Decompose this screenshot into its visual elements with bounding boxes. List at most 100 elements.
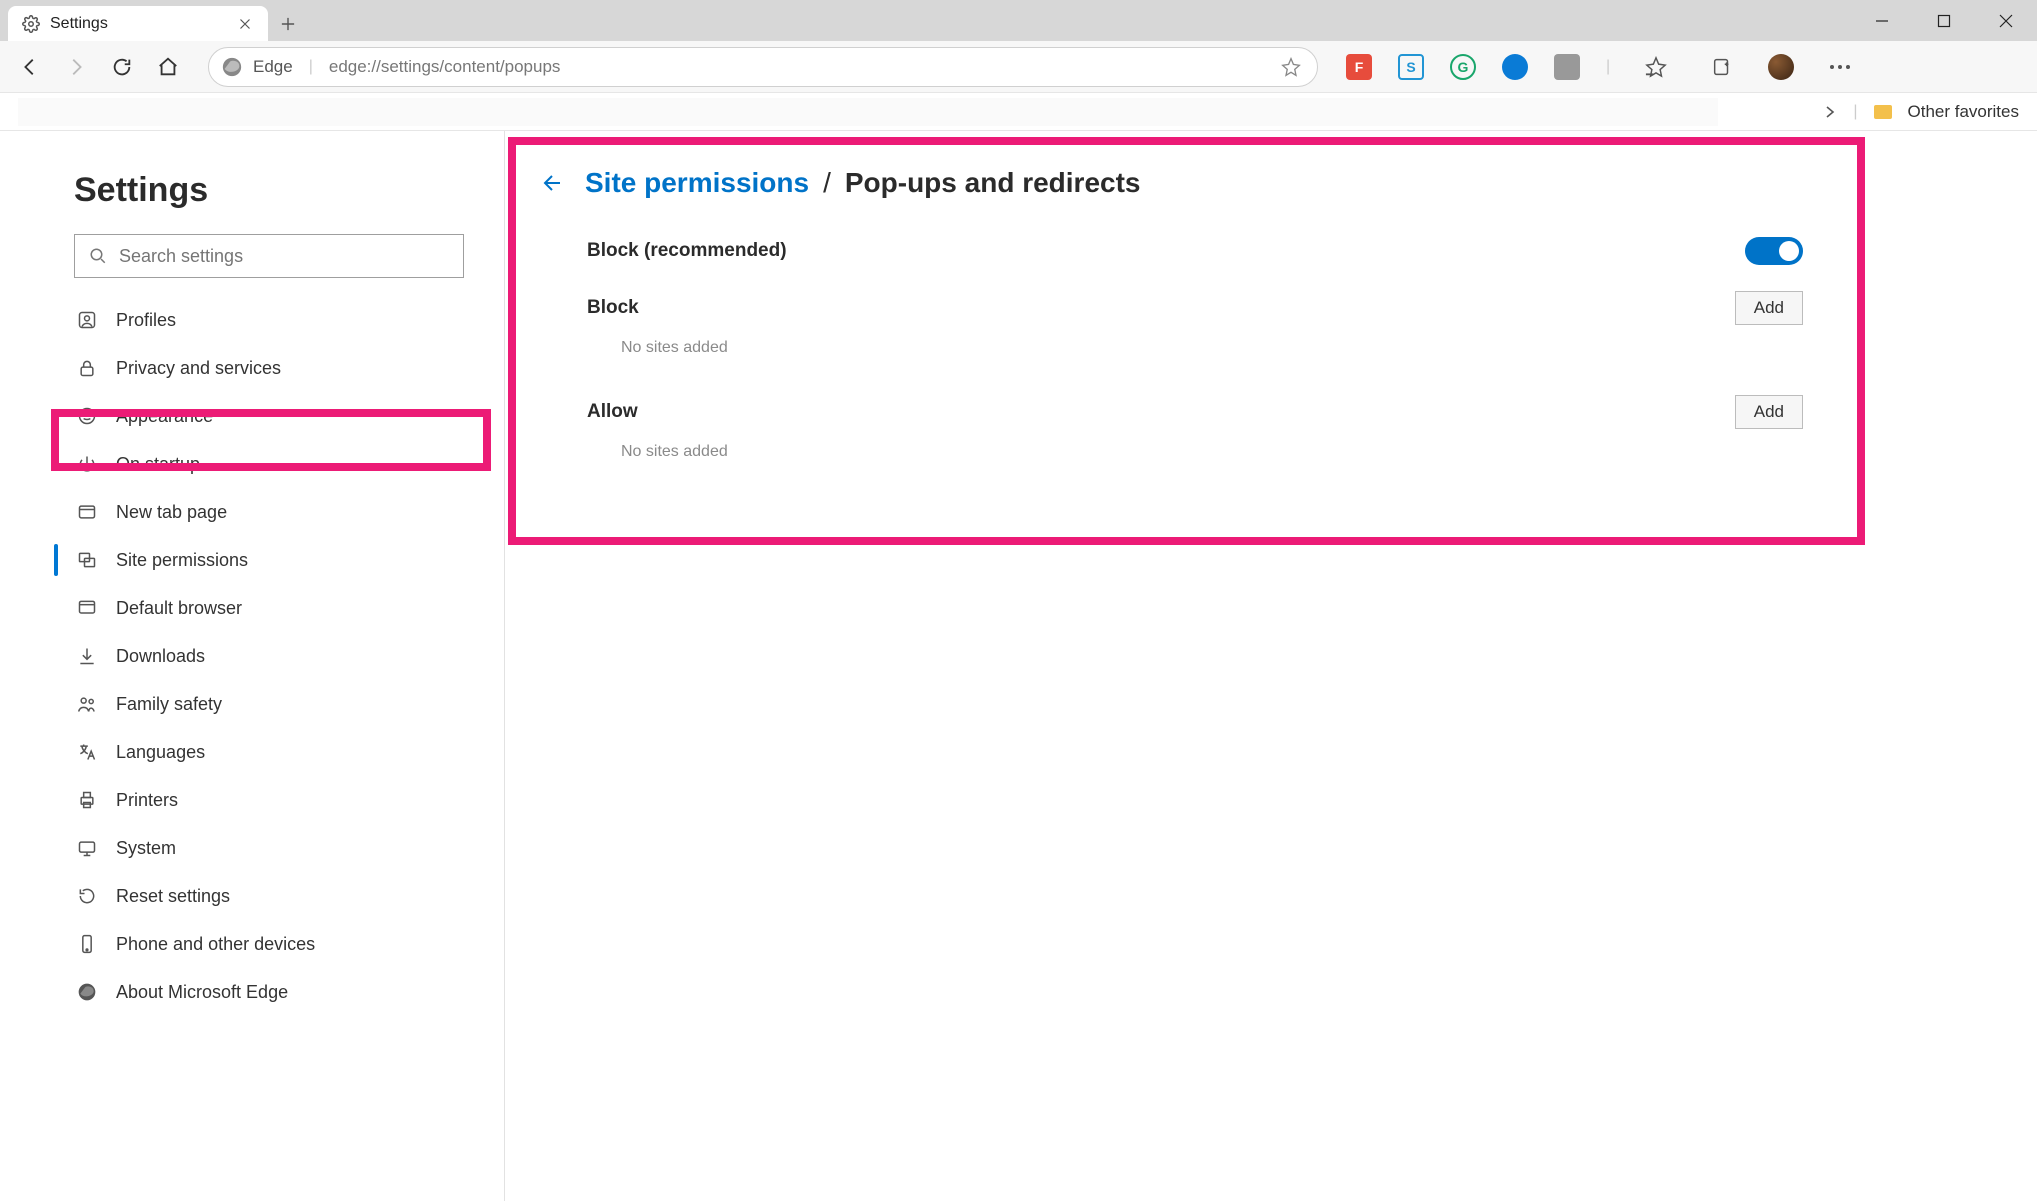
system-icon: [76, 837, 98, 859]
address-bar[interactable]: Edge | edge://settings/content/popups: [208, 47, 1318, 87]
nav-about[interactable]: About Microsoft Edge: [74, 968, 464, 1016]
nav-label: On startup: [116, 454, 200, 475]
languages-icon: [76, 741, 98, 763]
settings-search-input[interactable]: [119, 246, 449, 267]
block-recommended-label: Block (recommended): [587, 240, 787, 262]
lock-icon: [76, 357, 98, 379]
nav-label: Privacy and services: [116, 358, 281, 379]
tab-title: Settings: [50, 15, 224, 33]
settings-content: Site permissions / Pop-ups and redirects…: [505, 131, 2037, 1201]
minimize-button[interactable]: [1851, 0, 1913, 41]
breadcrumb: Site permissions / Pop-ups and redirects: [539, 167, 1817, 199]
allow-section-title: Allow: [587, 401, 638, 423]
settings-title: Settings: [74, 171, 464, 210]
collections-button[interactable]: [1702, 47, 1742, 87]
nav-printers[interactable]: Printers: [74, 776, 464, 824]
edge-about-icon: [76, 981, 98, 1003]
nav-privacy[interactable]: Privacy and services: [74, 344, 464, 392]
bookmarks-overflow-button[interactable]: [1823, 105, 1837, 119]
extension-icon[interactable]: F: [1346, 54, 1372, 80]
block-section: Block Add No sites added: [539, 283, 1817, 381]
bookmarks-bar: | Other favorites: [0, 93, 2037, 131]
site-permissions-icon: [76, 549, 98, 571]
block-empty-text: No sites added: [587, 325, 1817, 381]
profile-avatar[interactable]: [1768, 54, 1794, 80]
nav-label: Downloads: [116, 646, 205, 667]
add-allow-button[interactable]: Add: [1735, 395, 1803, 429]
nav-site-permissions[interactable]: Site permissions: [74, 536, 464, 584]
nav-label: System: [116, 838, 176, 859]
back-arrow-button[interactable]: [539, 169, 567, 197]
nav-label: Appearance: [116, 406, 213, 427]
nav-reset[interactable]: Reset settings: [74, 872, 464, 920]
nav-label: Site permissions: [116, 550, 248, 571]
power-icon: [76, 453, 98, 475]
nav-label: New tab page: [116, 502, 227, 523]
breadcrumb-parent-link[interactable]: Site permissions: [585, 167, 809, 199]
nav-default-browser[interactable]: Default browser: [74, 584, 464, 632]
maximize-button[interactable]: [1913, 0, 1975, 41]
new-tab-button[interactable]: [268, 6, 308, 41]
nav-downloads[interactable]: Downloads: [74, 632, 464, 680]
breadcrumb-current: Pop-ups and redirects: [845, 167, 1141, 199]
favorite-star-icon[interactable]: [1281, 57, 1301, 77]
block-section-title: Block: [587, 297, 639, 319]
home-button[interactable]: [148, 47, 188, 87]
address-context-label: Edge: [253, 57, 293, 77]
extensions-area: F S G |: [1346, 47, 1860, 87]
browser-tab[interactable]: Settings: [8, 6, 268, 41]
nav-startup[interactable]: On startup: [74, 440, 464, 488]
search-icon: [89, 247, 107, 265]
download-icon: [76, 645, 98, 667]
more-menu-button[interactable]: [1820, 47, 1860, 87]
appearance-icon: [76, 405, 98, 427]
block-toggle[interactable]: [1745, 237, 1803, 265]
nav-system[interactable]: System: [74, 824, 464, 872]
nav-label: Printers: [116, 790, 178, 811]
close-window-button[interactable]: [1975, 0, 2037, 41]
bookmarks-separator: |: [1853, 103, 1857, 121]
nav-forward-button[interactable]: [56, 47, 96, 87]
nav-appearance[interactable]: Appearance: [74, 392, 464, 440]
nav-label: Reset settings: [116, 886, 230, 907]
address-separator: |: [309, 58, 313, 76]
other-favorites-link[interactable]: Other favorites: [1908, 102, 2020, 122]
settings-search[interactable]: [74, 234, 464, 278]
nav-family[interactable]: Family safety: [74, 680, 464, 728]
nav-profiles[interactable]: Profiles: [74, 296, 464, 344]
add-block-button[interactable]: Add: [1735, 291, 1803, 325]
workspace: Settings Profiles Privacy and services A…: [0, 131, 2037, 1201]
allow-empty-text: No sites added: [587, 429, 1817, 485]
printer-icon: [76, 789, 98, 811]
newtab-icon: [76, 501, 98, 523]
extension-icon[interactable]: [1554, 54, 1580, 80]
browser-toolbar: Edge | edge://settings/content/popups F …: [0, 41, 2037, 93]
nav-label: Profiles: [116, 310, 176, 331]
nav-languages[interactable]: Languages: [74, 728, 464, 776]
bookmarks-empty-area: [18, 98, 1718, 126]
nav-phone[interactable]: Phone and other devices: [74, 920, 464, 968]
settings-nav: Profiles Privacy and services Appearance…: [74, 296, 464, 1016]
breadcrumb-separator: /: [823, 167, 831, 199]
address-url: edge://settings/content/popups: [329, 57, 1271, 77]
nav-label: About Microsoft Edge: [116, 982, 288, 1003]
nav-back-button[interactable]: [10, 47, 50, 87]
close-tab-button[interactable]: [234, 13, 256, 35]
browser-icon: [76, 597, 98, 619]
folder-icon: [1874, 105, 1892, 119]
extension-icon[interactable]: [1502, 54, 1528, 80]
extension-icon[interactable]: S: [1398, 54, 1424, 80]
window-controls: [1851, 0, 2037, 41]
toolbar-separator: |: [1606, 58, 1610, 76]
phone-icon: [76, 933, 98, 955]
family-icon: [76, 693, 98, 715]
title-bar: Settings: [0, 0, 2037, 41]
nav-label: Family safety: [116, 694, 222, 715]
nav-newtab[interactable]: New tab page: [74, 488, 464, 536]
favorites-button[interactable]: [1636, 47, 1676, 87]
settings-sidebar: Settings Profiles Privacy and services A…: [0, 131, 505, 1201]
extension-icon[interactable]: G: [1450, 54, 1476, 80]
refresh-button[interactable]: [102, 47, 142, 87]
reset-icon: [76, 885, 98, 907]
nav-label: Phone and other devices: [116, 934, 315, 955]
